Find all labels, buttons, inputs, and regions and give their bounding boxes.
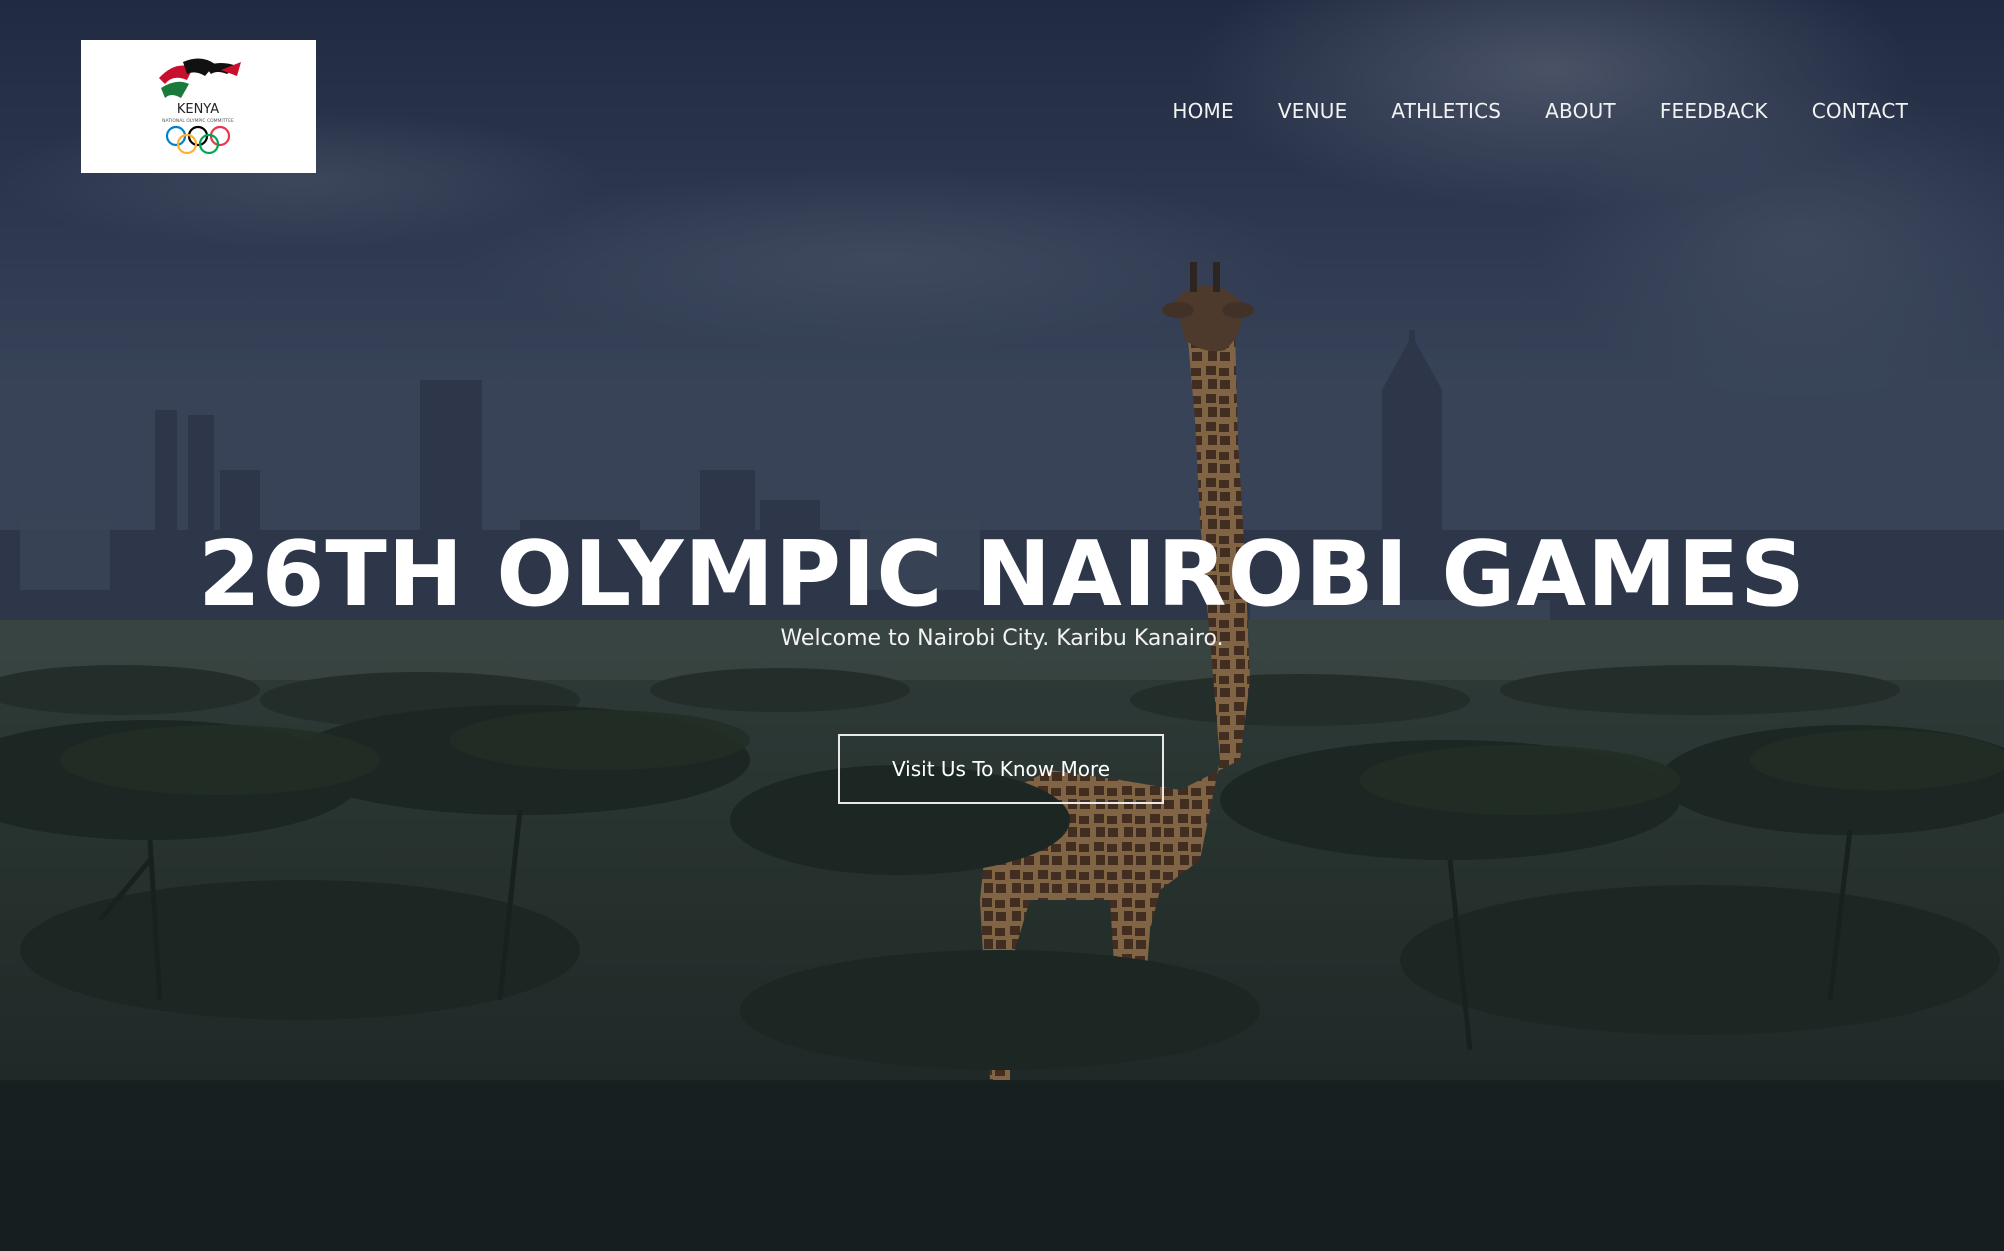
nav-item-athletics[interactable]: ATHLETICS	[1391, 96, 1501, 126]
nav-item-home[interactable]: HOME	[1172, 96, 1233, 126]
nav-item-contact[interactable]: CONTACT	[1812, 96, 1908, 126]
hero-section: KENYA NATIONAL OLYMPIC COMMITTEE HOME VE…	[0, 0, 2004, 1251]
hero-subtitle: Welcome to Nairobi City. Karibu Kanairo.	[780, 626, 1224, 651]
nav-item-venue[interactable]: VENUE	[1278, 96, 1348, 126]
logo-text: KENYA	[177, 102, 219, 117]
nav-item-feedback[interactable]: FEEDBACK	[1660, 96, 1768, 126]
logo-emblem-icon: KENYA NATIONAL OLYMPIC COMMITTEE	[159, 58, 241, 155]
nav-item-about[interactable]: ABOUT	[1545, 96, 1616, 126]
visit-us-button[interactable]: Visit Us To Know More	[838, 734, 1164, 804]
svg-text:NATIONAL OLYMPIC COMMITTEE: NATIONAL OLYMPIC COMMITTEE	[162, 118, 234, 124]
hero-title: 26TH OLYMPIC NAIROBI GAMES	[198, 522, 1806, 628]
kenya-olympic-logo[interactable]: KENYA NATIONAL OLYMPIC COMMITTEE	[81, 40, 316, 173]
main-nav: HOME VENUE ATHLETICS ABOUT FEEDBACK CONT…	[1128, 96, 1908, 126]
